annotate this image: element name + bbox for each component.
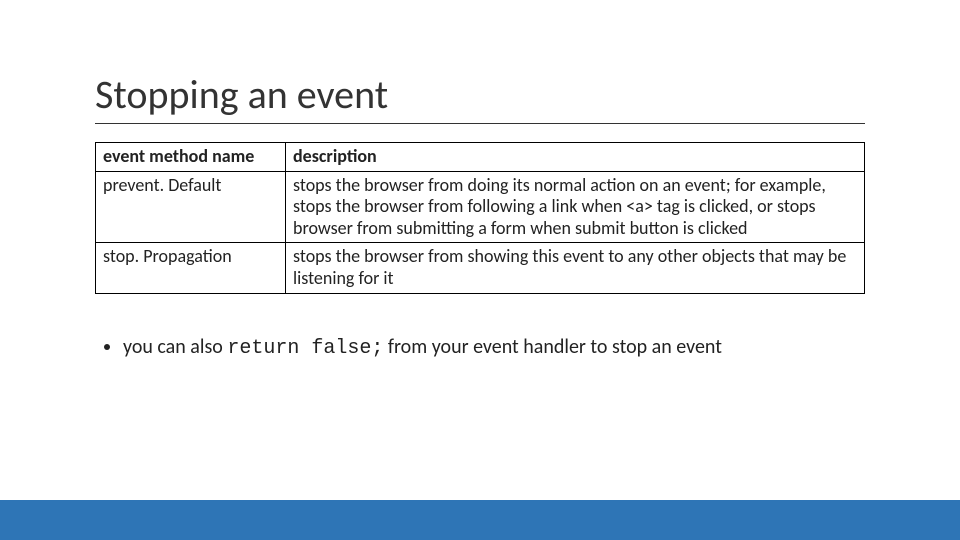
footer-bar: [0, 500, 960, 540]
table-row: stop. Propagation stops the browser from…: [96, 243, 865, 293]
bullet-text-prefix: you can also: [123, 335, 227, 359]
bullet-list: you can also return false; from your eve…: [95, 334, 865, 362]
bullet-text-suffix: from your event handler to stop an event: [383, 335, 722, 359]
slide: Stopping an event event method name desc…: [0, 0, 960, 362]
cell-method: prevent. Default: [96, 171, 286, 243]
slide-title: Stopping an event: [95, 70, 865, 124]
table-header-row: event method name description: [96, 143, 865, 172]
table-row: prevent. Default stops the browser from …: [96, 171, 865, 243]
header-method: event method name: [96, 143, 286, 172]
cell-method: stop. Propagation: [96, 243, 286, 293]
bullet-item: you can also return false; from your eve…: [123, 334, 865, 362]
bullet-text-code: return false;: [227, 337, 383, 360]
cell-description: stops the browser from showing this even…: [286, 243, 865, 293]
methods-table: event method name description prevent. D…: [95, 142, 865, 294]
header-description: description: [286, 143, 865, 172]
cell-description: stops the browser from doing its normal …: [286, 171, 865, 243]
